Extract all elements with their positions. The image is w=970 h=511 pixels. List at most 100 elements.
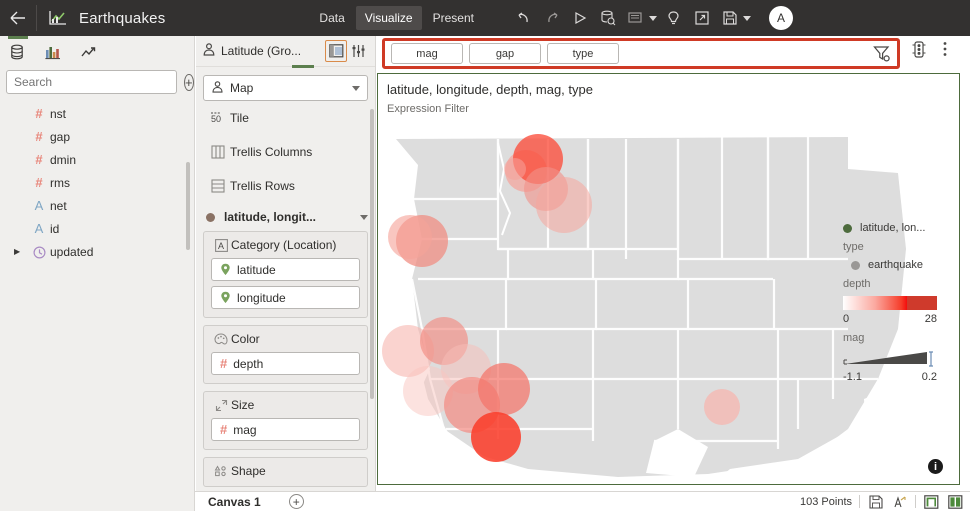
tab-visualize[interactable]: Visualize bbox=[355, 6, 422, 30]
layout-panel-icon[interactable] bbox=[325, 40, 347, 62]
data-point[interactable] bbox=[504, 158, 526, 180]
layout-single-icon[interactable] bbox=[923, 493, 940, 510]
pill-mag[interactable]: # mag bbox=[211, 418, 360, 441]
undo-icon[interactable] bbox=[511, 5, 537, 31]
pill-depth[interactable]: # depth bbox=[211, 352, 360, 375]
shelf-row-tile[interactable]: 50 Tile bbox=[203, 101, 368, 135]
redo-icon[interactable] bbox=[539, 5, 565, 31]
shelf-card-shape: Shape bbox=[203, 457, 368, 487]
legend-depth-min: 0 bbox=[843, 313, 850, 325]
filter-chip-mag[interactable]: mag bbox=[391, 43, 463, 64]
traffic-light-icon[interactable] bbox=[908, 38, 930, 60]
data-point[interactable] bbox=[388, 215, 432, 259]
data-source-icon[interactable] bbox=[595, 5, 621, 31]
data-point[interactable] bbox=[704, 389, 740, 425]
viz-panel-scrollbar[interactable] bbox=[370, 109, 374, 399]
tab-data[interactable]: Data bbox=[310, 6, 353, 30]
more-vertical-icon[interactable] bbox=[934, 38, 956, 60]
data-tab-icon[interactable] bbox=[6, 41, 28, 63]
data-point[interactable] bbox=[478, 363, 530, 415]
shelf-row-trellis-rows[interactable]: Trellis Rows bbox=[203, 169, 368, 203]
comment-icon[interactable] bbox=[623, 5, 649, 31]
trend-tab-icon[interactable] bbox=[78, 41, 100, 63]
viz-type-value: Map bbox=[230, 81, 254, 95]
settings-sliders-icon[interactable] bbox=[347, 40, 369, 62]
point-count-label: 103 Points bbox=[800, 495, 852, 508]
map-info-badge[interactable]: i bbox=[928, 459, 943, 474]
legend-mag-min: -1.1 bbox=[843, 371, 862, 383]
play-icon[interactable] bbox=[567, 5, 593, 31]
chart-subtitle: Expression Filter bbox=[387, 103, 469, 115]
legend-series-dot-icon bbox=[843, 223, 852, 233]
field-label: dmin bbox=[50, 152, 77, 167]
app-logo-icon bbox=[43, 10, 73, 26]
legend-depth-scale: 0 28 bbox=[843, 313, 937, 325]
export-icon[interactable] bbox=[689, 5, 715, 31]
legend-depth-header: depth bbox=[843, 278, 871, 290]
data-point[interactable] bbox=[536, 177, 592, 233]
pill-label: latitude bbox=[237, 262, 276, 277]
comment-dropdown-caret[interactable] bbox=[648, 15, 657, 21]
legend-mag-scale: -1.1 0.2 bbox=[843, 371, 937, 383]
toolbar-divider bbox=[36, 5, 37, 31]
data-point[interactable] bbox=[471, 412, 521, 462]
legend-series-row[interactable]: latitude, lon... bbox=[843, 222, 961, 234]
avatar[interactable]: A bbox=[768, 6, 793, 30]
lightbulb-icon[interactable] bbox=[661, 5, 687, 31]
filter-bar-actions bbox=[908, 38, 956, 60]
field-row-rms[interactable]: # rms bbox=[0, 171, 194, 194]
sidebar-tab-row bbox=[0, 36, 194, 68]
legend-mag-header: mag bbox=[843, 332, 865, 344]
canvas-tab-1[interactable]: Canvas 1 bbox=[208, 495, 261, 509]
sidebar-bottom-strip bbox=[0, 491, 195, 511]
location-pin-icon bbox=[220, 291, 231, 304]
field-row-dmin[interactable]: # dmin bbox=[0, 148, 194, 171]
expand-arrow-icon[interactable]: ▶ bbox=[14, 247, 28, 256]
field-label: gap bbox=[50, 129, 71, 144]
group-dot-icon bbox=[206, 212, 215, 222]
charts-tab-icon[interactable] bbox=[42, 41, 64, 63]
add-field-button[interactable]: + bbox=[184, 73, 194, 91]
field-row-nst[interactable]: # nst bbox=[0, 102, 194, 125]
highlight-icon[interactable] bbox=[891, 493, 908, 510]
filter-bar[interactable]: mag gap type bbox=[382, 38, 900, 69]
search-input[interactable] bbox=[6, 70, 177, 94]
save-icon[interactable] bbox=[717, 5, 743, 31]
search-row: + bbox=[0, 68, 194, 94]
field-row-net[interactable]: A net bbox=[0, 194, 194, 217]
status-bar-right: 103 Points bbox=[800, 492, 964, 511]
filter-funnel-icon[interactable] bbox=[873, 45, 891, 63]
shelf-title: Size bbox=[231, 398, 255, 412]
hash-icon: # bbox=[220, 356, 228, 371]
shelf-card-category: A Category (Location) latitude longitude bbox=[203, 231, 368, 318]
group-row[interactable]: latitude, longit... bbox=[203, 203, 368, 231]
field-row-id[interactable]: A id bbox=[0, 217, 194, 240]
chevron-down-icon[interactable] bbox=[360, 214, 368, 220]
add-canvas-button[interactable]: + bbox=[288, 494, 304, 509]
chart-legend: latitude, lon... type earthquake depth 0… bbox=[843, 222, 961, 390]
layout-split-icon[interactable] bbox=[947, 493, 964, 510]
legend-type-header: type bbox=[843, 241, 864, 253]
number-type-icon: # bbox=[35, 175, 43, 190]
save-dropdown-caret[interactable] bbox=[742, 15, 751, 21]
legend-type-row[interactable]: earthquake bbox=[843, 259, 961, 271]
number-type-icon: # bbox=[35, 152, 43, 167]
top-icon-group: A bbox=[511, 5, 793, 31]
pill-latitude[interactable]: latitude bbox=[211, 258, 360, 281]
field-row-gap[interactable]: # gap bbox=[0, 125, 194, 148]
shelf-card-header: Shape bbox=[211, 464, 360, 478]
tab-present[interactable]: Present bbox=[424, 6, 483, 30]
back-button[interactable] bbox=[0, 0, 36, 36]
pill-longitude[interactable]: longitude bbox=[211, 286, 360, 309]
shelf-row-trellis-columns[interactable]: Trellis Columns bbox=[203, 135, 368, 169]
filter-chip-type[interactable]: type bbox=[547, 43, 619, 64]
string-type-icon: A bbox=[34, 221, 44, 236]
field-row-updated[interactable]: ▶ updated bbox=[0, 240, 194, 263]
app-root: Earthquakes Data Visualize Present A Sea… bbox=[0, 0, 970, 511]
filter-chip-gap[interactable]: gap bbox=[469, 43, 541, 64]
viz-type-select[interactable]: Map bbox=[203, 75, 368, 101]
field-list-scrollbar[interactable] bbox=[186, 162, 190, 250]
top-tab-group: Data Visualize Present bbox=[310, 6, 483, 30]
top-bar: Earthquakes Data Visualize Present A bbox=[0, 0, 970, 36]
save-view-icon[interactable] bbox=[867, 493, 884, 510]
